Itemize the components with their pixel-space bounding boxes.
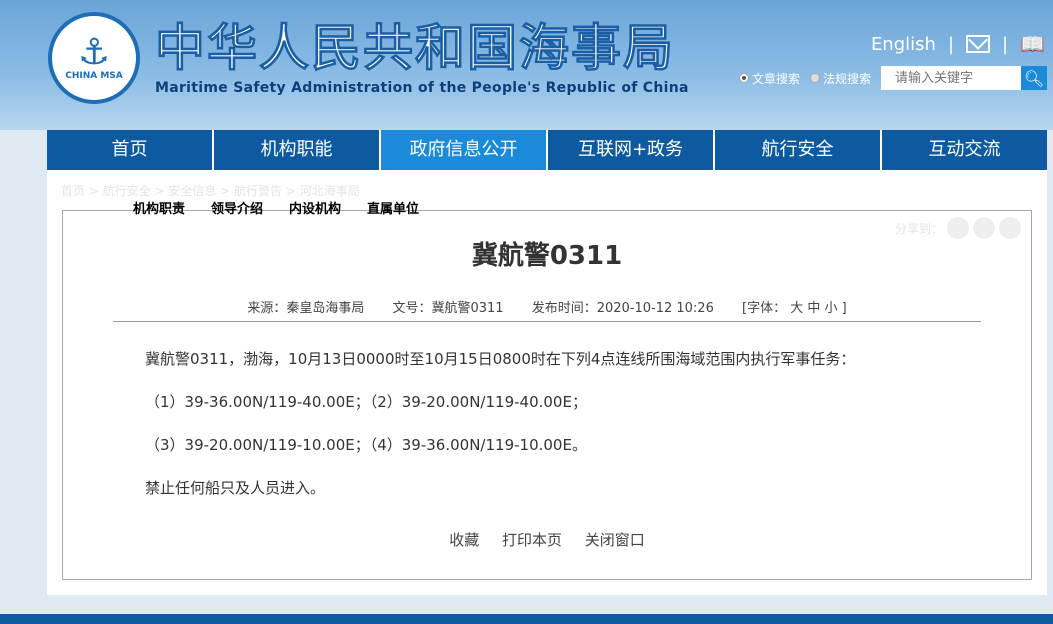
- subnav-item[interactable]: 机构职责: [133, 198, 185, 217]
- paragraph: 冀航警0311，渤海，10月13日0000时至10月15日0800时在下列4点连…: [145, 350, 856, 368]
- content-area: 首页 > 航行安全 > 安全信息 > 航行警告 > 河北海事局 分享到： 冀航警…: [47, 170, 1047, 595]
- subnav-item[interactable]: 直属单位: [367, 198, 419, 217]
- anchor-icon: ⚓: [77, 32, 111, 73]
- divider: |: [947, 33, 955, 55]
- nav-home[interactable]: 首页: [47, 130, 214, 170]
- paragraph: （1）39-36.00N/119-40.00E；（2）39-20.00N/119…: [145, 393, 587, 411]
- radio-law-search[interactable]: 法规搜索: [809, 70, 871, 87]
- radio-label: 法规搜索: [822, 71, 871, 86]
- english-link[interactable]: English: [871, 34, 936, 55]
- publish-time: 发布时间：2020-10-12 10:26: [531, 301, 714, 316]
- subnav-item[interactable]: 领导介绍: [211, 198, 263, 217]
- divider: |: [1002, 33, 1009, 55]
- nav-label: 机构职能: [260, 139, 333, 160]
- font-size-control[interactable]: [字体： 大 中 小 ]: [742, 301, 847, 316]
- nav-gov-info[interactable]: 政府信息公开: [381, 130, 548, 170]
- close-window-link[interactable]: 关闭窗口: [585, 531, 645, 549]
- subnav-item[interactable]: 内设机构: [289, 198, 341, 217]
- paragraph: 禁止任何船只及人员进入。: [145, 479, 326, 497]
- search-input[interactable]: [881, 66, 1021, 90]
- radio-label: 文章搜索: [751, 71, 800, 86]
- msa-logo[interactable]: ⚓ CHINA MSA: [48, 12, 140, 104]
- header: ⚓ CHINA MSA 中华人民共和国海事局 Maritime Safety Ad…: [0, 0, 1053, 130]
- doc-number: 文号：冀航警0311: [392, 301, 504, 316]
- share-label: 分享到：: [894, 221, 943, 236]
- radio-article-search[interactable]: 文章搜索: [738, 70, 800, 87]
- footer-bar: [0, 614, 1053, 624]
- nav-interaction[interactable]: 互动交流: [882, 130, 1047, 170]
- main-nav: 首页 机构职能 政府信息公开 互联网+政务 航行安全 互动交流: [47, 130, 1047, 182]
- radio-icon[interactable]: [809, 73, 820, 83]
- nav-functions[interactable]: 机构职能: [214, 130, 381, 182]
- breadcrumb[interactable]: 首页 > 航行安全 > 安全信息 > 航行警告 > 河北海事局: [61, 182, 360, 199]
- divider: [113, 321, 981, 322]
- favorite-link[interactable]: 收藏: [449, 531, 479, 549]
- search-button[interactable]: 🔍︎: [1021, 66, 1047, 90]
- nav-internet-gov[interactable]: 互联网+政务: [548, 130, 715, 170]
- article-body: 冀航警0311，渤海，10月13日0000时至10月15日0800时在下列4点连…: [145, 347, 855, 519]
- site-subtitle: Maritime Safety Administration of the Pe…: [155, 80, 689, 96]
- nav-nav-safety[interactable]: 航行安全: [715, 130, 882, 170]
- paragraph: （3）39-20.00N/119-10.00E；（4）39-36.00N/119…: [145, 436, 587, 454]
- site-title: 中华人民共和国海事局: [155, 19, 675, 78]
- print-link[interactable]: 打印本页: [502, 531, 562, 549]
- article-actions: 收藏 打印本页 关闭窗口: [63, 529, 1031, 550]
- article-title: 冀航警0311: [471, 241, 623, 271]
- radio-icon[interactable]: [738, 73, 749, 83]
- subnav-dropdown: 机构职责 领导介绍 内设机构 直属单位: [133, 198, 419, 217]
- article-box: 分享到： 冀航警0311 来源：秦皇岛海事局 文号：冀航警0311 发布时间：2…: [62, 210, 1032, 580]
- source: 来源：秦皇岛海事局: [247, 301, 365, 316]
- article-meta: 来源：秦皇岛海事局 文号：冀航警0311 发布时间：2020-10-12 10:…: [63, 297, 1031, 316]
- book-icon[interactable]: 📖: [1020, 32, 1045, 56]
- logo-text: CHINA MSA: [65, 71, 123, 81]
- mail-icon[interactable]: [966, 35, 991, 53]
